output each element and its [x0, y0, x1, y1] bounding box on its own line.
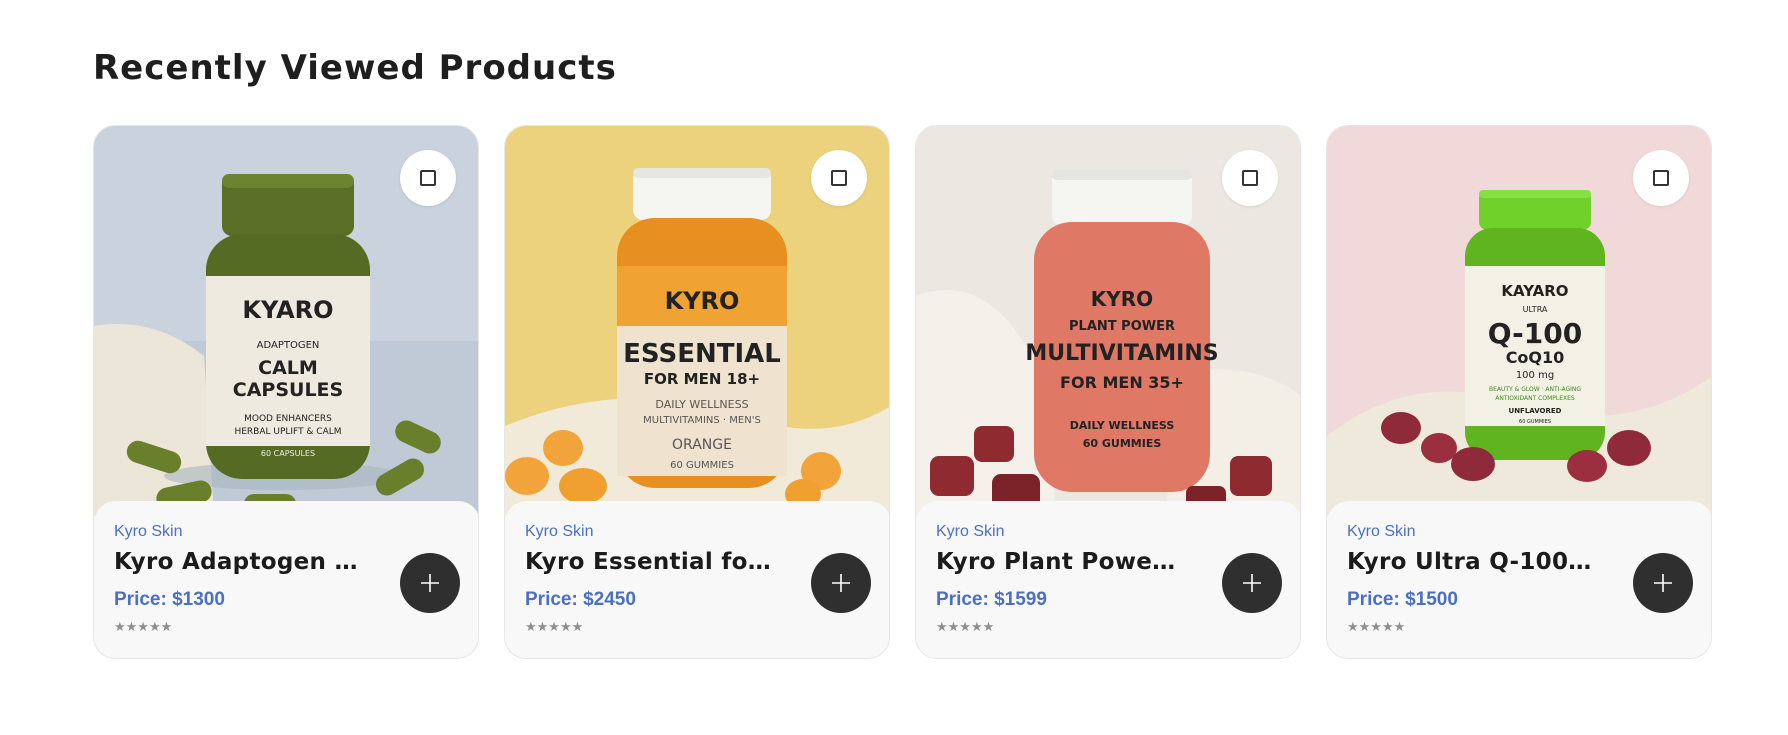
product-name[interactable]: Kyro Essential for Men 18+ — [525, 549, 775, 575]
product-brand[interactable]: Kyro Skin — [1347, 523, 1415, 541]
plus-icon — [421, 574, 439, 592]
select-checkbox[interactable] — [1222, 150, 1278, 206]
product-info: Kyro Skin Kyro Adaptogen Calm Capsules P… — [94, 501, 478, 658]
checkbox-icon[interactable] — [420, 170, 436, 186]
checkbox-icon[interactable] — [1242, 170, 1258, 186]
product-name[interactable]: Kyro Ultra Q-100 CoQ10 — [1347, 549, 1597, 575]
section-title: Recently Viewed Products — [93, 48, 617, 88]
label-line: 60 GUMMIES — [1083, 437, 1162, 450]
label-line: ULTRA — [1523, 305, 1548, 314]
rating-stars: ★★★★★ — [525, 619, 584, 634]
product-price: Price: $1500 — [1347, 589, 1458, 610]
label-line: BEAUTY & GLOW · ANTI-AGING — [1489, 386, 1581, 393]
product-info: Kyro Skin Kyro Ultra Q-100 CoQ10 Price: … — [1327, 501, 1711, 658]
label-line: FOR MEN 35+ — [1060, 373, 1184, 392]
product-name[interactable]: Kyro Plant Power Multivitamins for Men 3… — [936, 549, 1186, 575]
plus-icon — [1654, 574, 1672, 592]
recently-viewed-section: Recently Viewed Products KYARO ADAPTOGEN… — [0, 0, 1788, 735]
label-line: DAILY WELLNESS — [655, 398, 748, 411]
label-line: ESSENTIAL — [623, 339, 781, 369]
product-card[interactable]: KYRO ESSENTIAL FOR MEN 18+ DAILY WELLNES… — [504, 125, 890, 659]
label-line: MOOD ENHANCERS — [244, 414, 332, 424]
label-line: CAPSULES — [233, 379, 343, 401]
select-checkbox[interactable] — [1633, 150, 1689, 206]
rating-stars: ★★★★★ — [114, 619, 173, 634]
product-grid: KYARO ADAPTOGEN CALM CAPSULES MOOD ENHAN… — [93, 125, 1712, 659]
label-line: FOR MEN 18+ — [644, 370, 760, 388]
label-line: 60 GUMMIES — [670, 460, 734, 471]
label-brand: KAYARO — [1501, 282, 1568, 300]
label-brand: KYRO — [665, 287, 740, 315]
product-price: Price: $1599 — [936, 589, 1047, 610]
plus-icon — [832, 574, 850, 592]
select-checkbox[interactable] — [811, 150, 867, 206]
product-brand[interactable]: Kyro Skin — [525, 523, 593, 541]
product-name[interactable]: Kyro Adaptogen Calm Capsules — [114, 549, 364, 575]
product-price: Price: $2450 — [525, 589, 636, 610]
label-line: MULTIVITAMINS — [1025, 341, 1218, 366]
select-checkbox[interactable] — [400, 150, 456, 206]
checkbox-icon[interactable] — [831, 170, 847, 186]
label-line: CoQ10 — [1506, 348, 1565, 367]
rating-stars: ★★★★★ — [1347, 619, 1406, 634]
product-info: Kyro Skin Kyro Plant Power Multivitamins… — [916, 501, 1300, 658]
product-card[interactable]: KYRO PLANT POWER MULTIVITAMINS FOR MEN 3… — [915, 125, 1301, 659]
label-line: ADAPTOGEN — [257, 340, 320, 351]
product-brand[interactable]: Kyro Skin — [114, 523, 182, 541]
label-line: ORANGE — [672, 437, 732, 453]
add-to-cart-button[interactable] — [400, 553, 460, 613]
product-brand[interactable]: Kyro Skin — [936, 523, 1004, 541]
product-card[interactable]: KAYARO ULTRA Q-100 CoQ10 100 mg BEAUTY &… — [1326, 125, 1712, 659]
plus-icon — [1243, 574, 1261, 592]
product-card[interactable]: KYARO ADAPTOGEN CALM CAPSULES MOOD ENHAN… — [93, 125, 479, 659]
label-brand: KYARO — [242, 296, 333, 324]
label-line: Q-100 — [1488, 317, 1582, 350]
label-line: UNFLAVORED — [1509, 407, 1562, 415]
label-line: 100 mg — [1516, 370, 1554, 381]
label-brand: KYRO — [1091, 287, 1153, 311]
label-line: MULTIVITAMINS · MEN'S — [643, 415, 761, 426]
label-line: ANTIOXIDANT COMPLEXES — [1495, 395, 1575, 402]
rating-stars: ★★★★★ — [936, 619, 995, 634]
label-line: DAILY WELLNESS — [1070, 419, 1175, 432]
product-price: Price: $1300 — [114, 589, 225, 610]
add-to-cart-button[interactable] — [1633, 553, 1693, 613]
label-line: CALM — [258, 357, 318, 379]
checkbox-icon[interactable] — [1653, 170, 1669, 186]
label-line: 60 GUMMIES — [1519, 419, 1551, 425]
product-info: Kyro Skin Kyro Essential for Men 18+ Pri… — [505, 501, 889, 658]
add-to-cart-button[interactable] — [811, 553, 871, 613]
add-to-cart-button[interactable] — [1222, 553, 1282, 613]
label-line: PLANT POWER — [1069, 319, 1175, 334]
label-line: HERBAL UPLIFT & CALM — [234, 427, 341, 437]
label-line: 60 CAPSULES — [261, 449, 315, 458]
